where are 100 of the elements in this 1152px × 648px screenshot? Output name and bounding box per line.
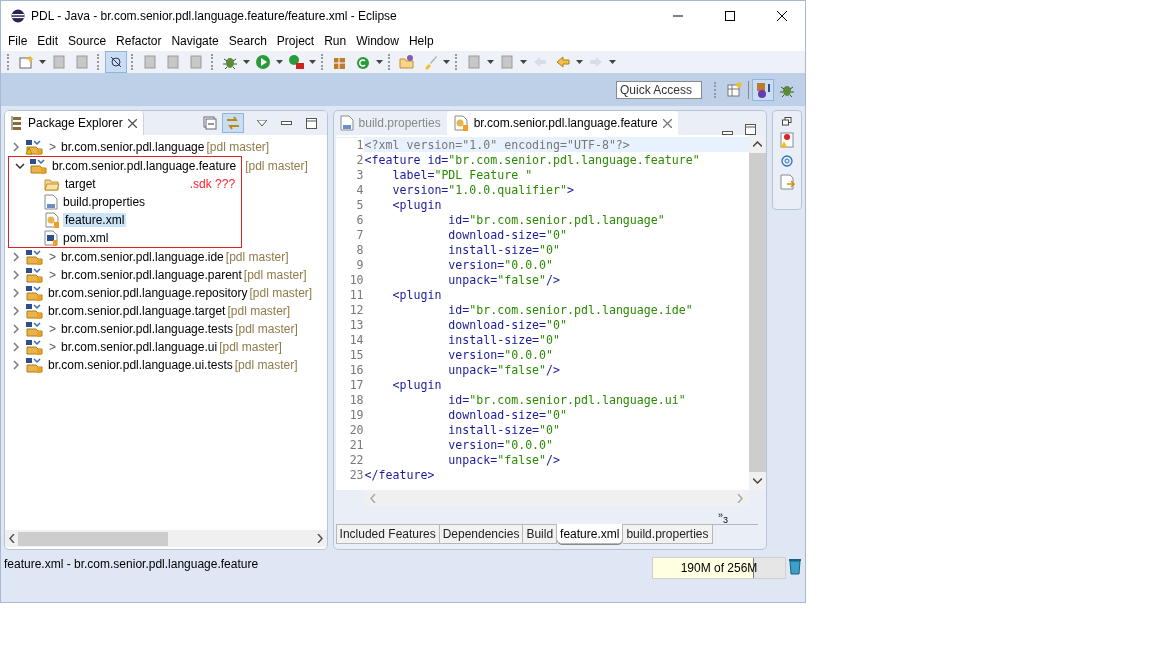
page-tab[interactable]: build.properties xyxy=(623,524,713,544)
declaration-icon[interactable] xyxy=(779,174,796,190)
package-explorer-tab[interactable]: Package Explorer xyxy=(5,111,144,135)
maximize-icon xyxy=(725,11,735,21)
code-line: <plugin xyxy=(391,287,442,302)
page-tab[interactable]: feature.xml xyxy=(557,524,624,544)
project-name[interactable]: br.com.senior.pdl.language.feature xyxy=(50,159,239,173)
restore-icon[interactable] xyxy=(782,117,793,126)
folder-icon xyxy=(44,177,60,191)
collapsed-icon[interactable] xyxy=(13,306,19,316)
page-tab[interactable]: Included Features xyxy=(335,524,440,544)
menu-item[interactable]: File xyxy=(3,34,33,48)
project-name[interactable]: br.com.senior.pdl.language.tests xyxy=(59,322,236,336)
javadoc-icon[interactable] xyxy=(780,154,795,168)
code-line: unpack="false"/> xyxy=(447,272,561,287)
expanded-icon[interactable] xyxy=(15,163,25,169)
file-name[interactable]: build.properties xyxy=(61,195,148,209)
quick-access-field[interactable]: Quick Access xyxy=(616,80,702,99)
collapsed-icon[interactable] xyxy=(13,342,19,352)
page-tab[interactable]: Build xyxy=(523,524,558,544)
collapsed-icon[interactable] xyxy=(13,324,19,334)
caret-icon[interactable] xyxy=(309,60,316,64)
menu-item[interactable]: Project xyxy=(271,34,320,48)
editor-tab[interactable]: br.com.senior.pdl.language.feature xyxy=(446,111,678,135)
menu-item[interactable]: Search xyxy=(223,34,272,48)
menu-item[interactable]: Refactor xyxy=(111,34,167,48)
link-icon[interactable] xyxy=(108,54,124,70)
minimize-icon[interactable] xyxy=(280,121,292,125)
code-line: id="br.com.senior.pdl.language.ide" xyxy=(447,302,693,317)
maximize-icon[interactable] xyxy=(305,117,317,129)
code-line: <feature id="br.com.senior.pdl.language.feature" xyxy=(363,152,700,167)
run-icon[interactable] xyxy=(255,54,271,70)
code-line: id="br.com.senior.pdl.language.ui" xyxy=(447,392,686,407)
caret-icon[interactable] xyxy=(487,60,494,64)
project-name[interactable]: br.com.senior.pdl.language.target xyxy=(46,304,228,318)
page-tab[interactable]: Dependencies xyxy=(439,524,524,544)
caret-icon[interactable] xyxy=(520,60,527,64)
collapsed-icon[interactable] xyxy=(13,360,19,370)
code-line: version="0.0.0" xyxy=(447,347,554,362)
project-name[interactable]: br.com.senior.pdl.language.ui.tests xyxy=(46,358,235,372)
vertical-scrollbar[interactable] xyxy=(749,135,767,490)
caret-icon[interactable] xyxy=(609,60,616,64)
collapsed-icon[interactable] xyxy=(13,142,19,152)
git-branch-label: [pdl master] xyxy=(225,250,289,264)
close-icon[interactable] xyxy=(127,118,137,128)
problems-icon[interactable] xyxy=(779,132,796,148)
project-name[interactable]: br.com.senior.pdl.language.ui xyxy=(59,340,220,354)
scroll-left-icon[interactable] xyxy=(9,534,15,543)
menu-item[interactable]: Window xyxy=(351,34,404,48)
collapsed-icon[interactable] xyxy=(13,252,19,262)
menu-item[interactable]: Edit xyxy=(32,34,64,48)
code-line: version="0.0.0" xyxy=(447,257,554,272)
open-folder-icon[interactable] xyxy=(399,54,415,70)
eclipse-icon xyxy=(11,9,25,23)
caret-icon[interactable] xyxy=(376,60,383,64)
package-explorer-icon xyxy=(11,116,23,130)
feature-file-icon xyxy=(452,115,469,131)
maximize-icon[interactable] xyxy=(745,124,757,135)
git-branch-label: [pdl master] xyxy=(234,358,298,372)
view-menu-icon[interactable] xyxy=(256,120,267,126)
scroll-right-icon[interactable] xyxy=(316,534,323,543)
code-line: install-size="0" xyxy=(447,242,561,257)
menu-item[interactable]: Source xyxy=(63,34,112,48)
file-name[interactable]: feature.xml xyxy=(63,213,127,227)
collapsed-icon[interactable] xyxy=(13,288,19,298)
back-arrow-icon[interactable] xyxy=(555,54,571,70)
status-text: feature.xml - br.com.senior.pdl.language.feature xyxy=(4,557,260,571)
trash-icon[interactable] xyxy=(788,557,802,575)
project-name[interactable]: br.com.senior.pdl.language.ide xyxy=(59,250,226,264)
caret-icon[interactable] xyxy=(443,60,450,64)
file-name[interactable]: target xyxy=(63,177,98,191)
caret-icon[interactable] xyxy=(576,60,583,64)
project-name[interactable]: br.com.senior.pdl.language.parent xyxy=(59,268,244,282)
file-name[interactable]: pom.xml xyxy=(61,231,111,245)
java-perspective-icon[interactable] xyxy=(755,81,771,98)
menu-item[interactable]: Navigate xyxy=(166,34,224,48)
scroll-down-icon[interactable] xyxy=(753,478,763,484)
caret-icon[interactable] xyxy=(243,60,250,64)
close-icon[interactable] xyxy=(662,118,672,128)
new-icon[interactable] xyxy=(18,54,34,70)
caret-icon[interactable] xyxy=(276,60,283,64)
pom-file-icon xyxy=(44,230,58,246)
project-name[interactable]: br.com.senior.pdl.language xyxy=(59,140,207,154)
more-tabs-button[interactable]: »3 xyxy=(718,510,729,525)
collapse-all-icon[interactable] xyxy=(202,116,217,130)
class-icon[interactable] xyxy=(355,54,371,70)
git-branch-label: [pdl master] xyxy=(235,322,298,336)
menu-item[interactable]: Help xyxy=(403,34,439,48)
open-perspective-icon[interactable] xyxy=(726,81,742,98)
project-name[interactable]: br.com.senior.pdl.language.repository xyxy=(46,286,250,300)
collapsed-icon[interactable] xyxy=(13,270,19,280)
run-tool-icon[interactable] xyxy=(288,54,304,70)
horizontal-scrollbar[interactable] xyxy=(5,530,327,547)
scroll-up-icon[interactable] xyxy=(753,141,763,147)
menu-item[interactable]: Run xyxy=(319,34,352,48)
caret-icon[interactable] xyxy=(39,60,46,64)
git-branch-label: [pdl master] xyxy=(206,140,270,154)
heap-status[interactable]: 190M of 256M xyxy=(652,557,786,579)
git-branch-label: [pdl master] xyxy=(249,286,313,300)
git-branch-label: [pdl master] xyxy=(243,268,307,282)
